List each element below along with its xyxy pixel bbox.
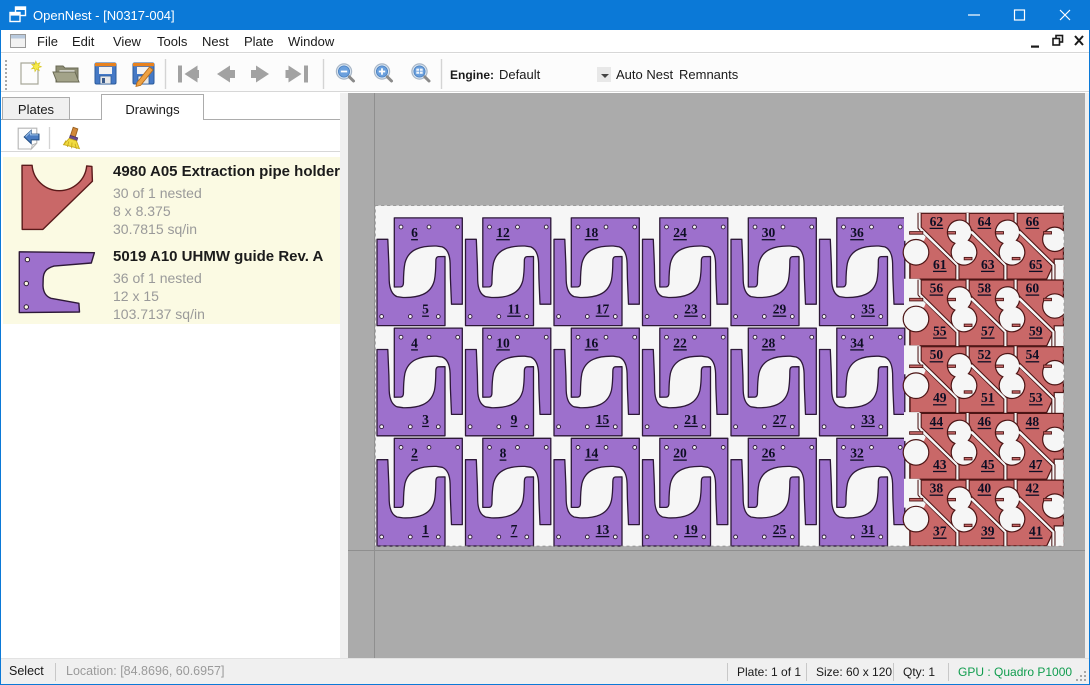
- svg-text:34: 34: [850, 335, 864, 350]
- svg-text:12: 12: [496, 225, 510, 240]
- svg-text:66: 66: [1026, 214, 1040, 229]
- svg-text:33: 33: [861, 412, 875, 427]
- svg-text:41: 41: [1029, 524, 1043, 539]
- svg-text:11: 11: [508, 302, 521, 317]
- svg-text:62: 62: [930, 214, 944, 229]
- svg-text:10: 10: [496, 335, 510, 350]
- svg-text:15: 15: [596, 412, 610, 427]
- svg-text:29: 29: [773, 302, 787, 317]
- svg-text:4: 4: [411, 335, 418, 350]
- svg-text:7: 7: [511, 522, 518, 537]
- svg-text:1: 1: [422, 522, 429, 537]
- svg-text:14: 14: [585, 446, 599, 461]
- svg-text:39: 39: [981, 524, 995, 539]
- svg-text:53: 53: [1029, 390, 1043, 405]
- svg-text:2: 2: [411, 446, 418, 461]
- svg-text:45: 45: [981, 457, 995, 472]
- svg-text:3: 3: [422, 412, 429, 427]
- svg-text:5: 5: [422, 302, 429, 317]
- svg-text:26: 26: [762, 446, 776, 461]
- svg-text:43: 43: [933, 457, 947, 472]
- svg-text:38: 38: [930, 481, 944, 496]
- svg-text:20: 20: [673, 446, 687, 461]
- svg-text:56: 56: [930, 281, 944, 296]
- svg-text:8: 8: [500, 446, 507, 461]
- svg-text:60: 60: [1026, 281, 1040, 296]
- svg-text:28: 28: [762, 335, 776, 350]
- svg-text:65: 65: [1029, 257, 1043, 272]
- svg-text:54: 54: [1026, 347, 1040, 362]
- svg-text:32: 32: [850, 446, 864, 461]
- svg-text:25: 25: [773, 522, 787, 537]
- svg-text:6: 6: [411, 225, 418, 240]
- svg-text:36: 36: [850, 225, 864, 240]
- svg-text:49: 49: [933, 390, 947, 405]
- svg-text:48: 48: [1026, 414, 1040, 429]
- svg-text:57: 57: [981, 324, 995, 339]
- svg-text:21: 21: [684, 412, 698, 427]
- svg-text:19: 19: [684, 522, 698, 537]
- svg-text:52: 52: [978, 347, 992, 362]
- svg-text:50: 50: [930, 347, 944, 362]
- svg-text:30: 30: [762, 225, 776, 240]
- svg-text:31: 31: [861, 522, 875, 537]
- svg-text:22: 22: [673, 335, 687, 350]
- svg-text:16: 16: [585, 335, 599, 350]
- svg-text:51: 51: [981, 390, 995, 405]
- svg-text:47: 47: [1029, 457, 1043, 472]
- svg-text:61: 61: [933, 257, 947, 272]
- svg-text:63: 63: [981, 257, 995, 272]
- svg-text:24: 24: [673, 225, 687, 240]
- svg-text:58: 58: [978, 281, 992, 296]
- svg-text:37: 37: [933, 524, 947, 539]
- svg-text:9: 9: [511, 412, 518, 427]
- svg-text:27: 27: [773, 412, 787, 427]
- svg-text:46: 46: [978, 414, 992, 429]
- svg-text:40: 40: [978, 481, 992, 496]
- svg-text:59: 59: [1029, 324, 1043, 339]
- svg-text:55: 55: [933, 324, 947, 339]
- svg-text:44: 44: [930, 414, 944, 429]
- svg-text:64: 64: [978, 214, 992, 229]
- svg-text:23: 23: [684, 302, 698, 317]
- svg-text:42: 42: [1026, 481, 1040, 496]
- svg-text:18: 18: [585, 225, 599, 240]
- svg-text:35: 35: [861, 302, 875, 317]
- svg-text:13: 13: [596, 522, 610, 537]
- svg-text:17: 17: [596, 302, 610, 317]
